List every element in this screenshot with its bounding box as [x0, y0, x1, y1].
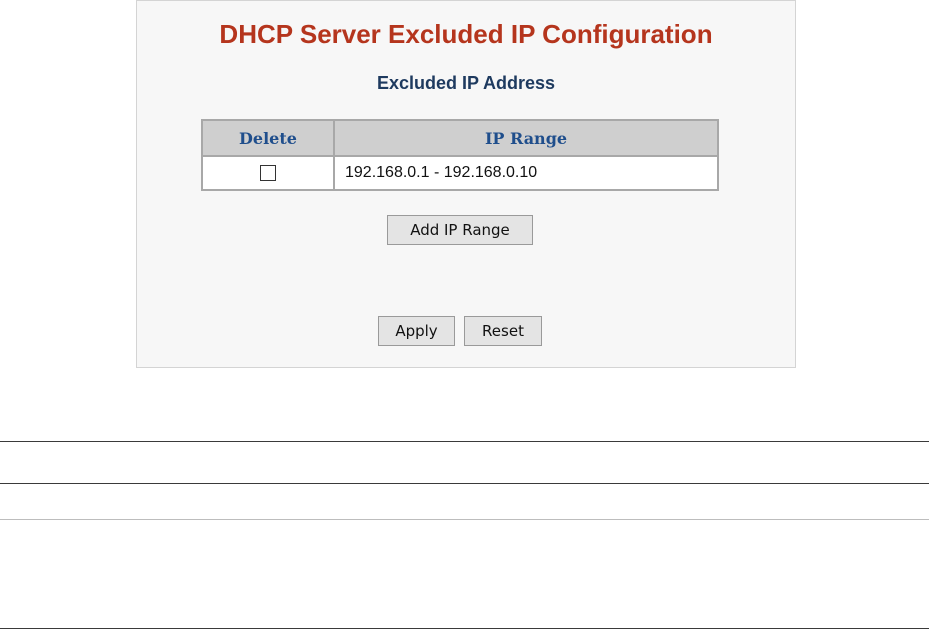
divider-line	[0, 441, 929, 442]
excluded-ip-table: Delete IP Range 192.168.0.1 - 192.168.0.…	[201, 119, 719, 191]
table-row: 192.168.0.1 - 192.168.0.10	[202, 156, 718, 190]
divider-line	[0, 483, 929, 484]
column-header-delete: Delete	[202, 120, 335, 157]
ip-range-cell: 192.168.0.1 - 192.168.0.10	[345, 164, 538, 181]
reset-button[interactable]: Reset	[464, 316, 542, 346]
column-header-ip-range: IP Range	[334, 120, 718, 157]
config-panel: DHCP Server Excluded IP Configuration Ex…	[136, 0, 796, 368]
divider-line	[0, 628, 929, 629]
apply-button[interactable]: Apply	[378, 316, 455, 346]
table-header-row: Delete IP Range	[202, 120, 718, 157]
page-title: DHCP Server Excluded IP Configuration	[219, 19, 713, 49]
delete-cell	[202, 156, 335, 190]
add-ip-range-button[interactable]: Add IP Range	[387, 215, 533, 245]
divider-line	[0, 519, 929, 520]
section-title: Excluded IP Address	[376, 73, 556, 93]
delete-checkbox[interactable]	[260, 164, 276, 181]
